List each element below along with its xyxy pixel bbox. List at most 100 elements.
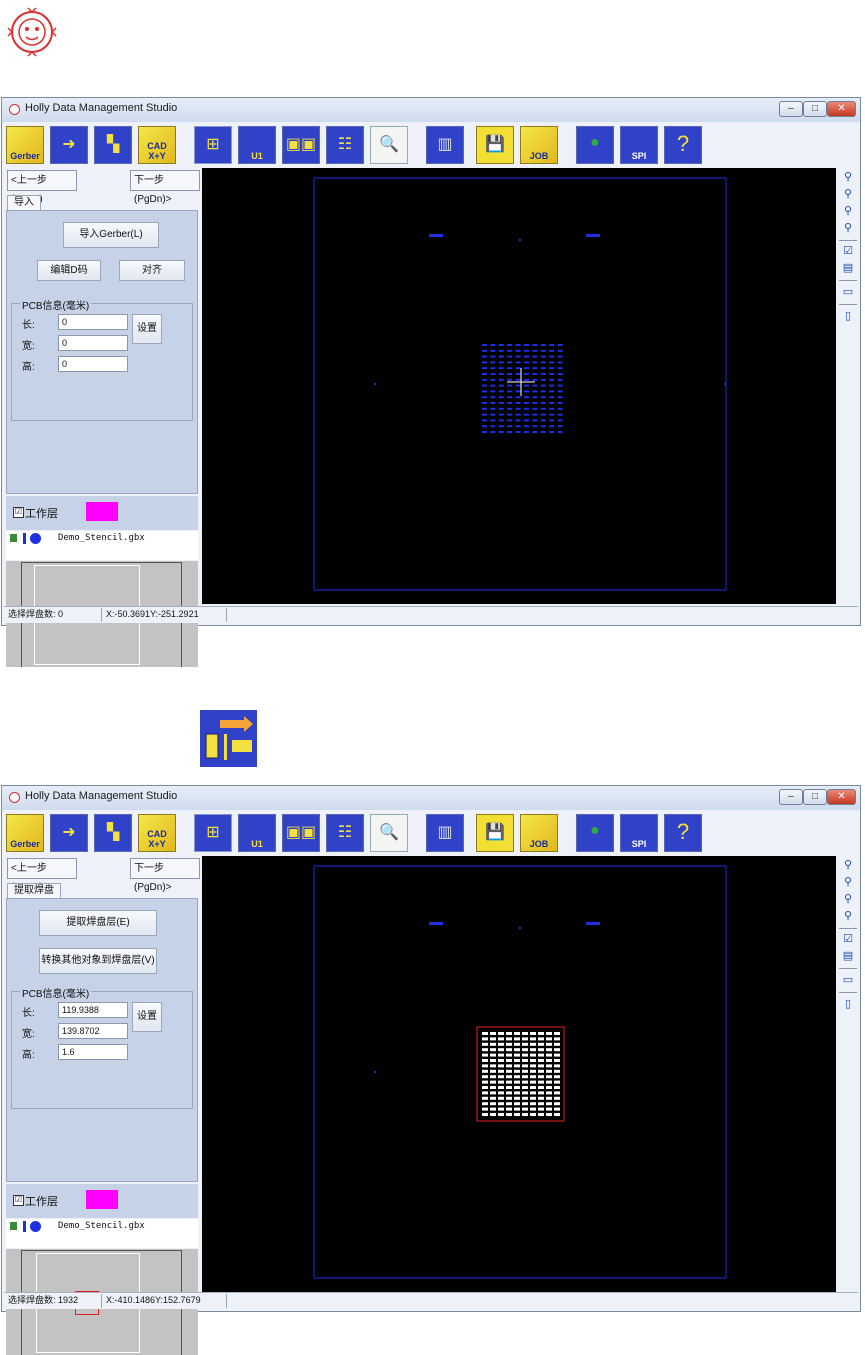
close-button[interactable]: ✕ (827, 101, 856, 117)
cad-import-icon[interactable]: CAD X+Y (138, 814, 176, 852)
zoom-fit-icon[interactable]: ⚲ (840, 204, 856, 219)
zoom-window-icon[interactable]: ⚲ (840, 221, 856, 236)
pad (522, 1086, 528, 1089)
status-bar: 选择焊盘数: 0 X:-50.3691Y:-251.2921 (4, 606, 858, 623)
layer-color-swatch[interactable] (86, 1190, 118, 1209)
zoom-in-icon[interactable]: ⚲ (840, 170, 856, 185)
minimize-button[interactable]: – (779, 101, 803, 117)
maximize-button[interactable]: □ (803, 789, 827, 805)
tab-extract-pads[interactable]: 提取焊盘 (7, 883, 61, 899)
pad (498, 1113, 504, 1116)
cad-import-icon[interactable]: CAD X+Y (138, 126, 176, 164)
inspect-search-icon[interactable]: 🔍 (370, 126, 408, 164)
globe-update-icon[interactable]: ● (576, 126, 614, 164)
layer-color-swatch[interactable] (86, 502, 118, 521)
gerber-import-icon[interactable]: Gerber (6, 126, 44, 164)
pad (538, 1086, 544, 1089)
component-icon[interactable]: U1 (238, 126, 276, 164)
tab-import[interactable]: 导入 (7, 195, 41, 211)
pad-pair-icon[interactable]: ▣▣ (282, 814, 320, 852)
pcb-canvas[interactable] (202, 168, 836, 604)
pad (557, 431, 563, 433)
zoom-window-icon[interactable]: ⚲ (840, 909, 856, 924)
help-icon[interactable]: ? (664, 814, 702, 852)
help-icon[interactable]: ? (664, 126, 702, 164)
layer-list-icon[interactable]: ▤ (840, 949, 856, 964)
view-top-icon[interactable]: ▭ (840, 285, 856, 300)
machine-icon[interactable]: ▥ (426, 126, 464, 164)
prev-step-button[interactable]: <上一步(PgUp) (7, 170, 77, 205)
pad (515, 367, 521, 370)
pad (522, 1102, 528, 1106)
width-input[interactable]: 139.8702 (58, 1023, 128, 1039)
extract-pad-layer-button[interactable]: 提取焊盘层(E) (39, 910, 157, 936)
save-disk-icon[interactable]: 💾 (476, 126, 514, 164)
pad-grid-icon[interactable]: ☷ (326, 814, 364, 852)
extract-pads-icon[interactable]: ➜ (50, 814, 88, 852)
length-input[interactable]: 0 (58, 314, 128, 330)
layer-list-icon[interactable]: ▤ (840, 261, 856, 276)
title-bar: Holly Data Management Studio – □ ✕ (2, 98, 860, 122)
app-icon (9, 792, 20, 803)
layer-file-row[interactable]: Demo_Stencil.gbx (6, 531, 198, 560)
next-step-button[interactable]: 下一步(PgDn)> (130, 858, 200, 893)
pcb-info-title: PCB信息(毫米) (20, 297, 92, 312)
layer-check-icon[interactable]: ☑ (840, 244, 856, 259)
zoom-out-icon[interactable]: ⚲ (840, 875, 856, 890)
measure-icon[interactable]: ▯ (840, 309, 856, 324)
zoom-fit-icon[interactable]: ⚲ (840, 892, 856, 907)
pad (482, 384, 487, 387)
job-icon[interactable]: JOB (520, 126, 558, 164)
pad (549, 419, 555, 422)
machine-icon[interactable]: ▥ (426, 814, 464, 852)
visibility-icon[interactable] (10, 534, 17, 542)
visibility-icon[interactable] (10, 1222, 17, 1230)
working-layer-checkbox[interactable]: ☑ (13, 507, 24, 518)
spi-icon[interactable]: SPI (620, 126, 658, 164)
set-button[interactable]: 设置 (132, 1002, 162, 1032)
align-button[interactable]: 对齐 (119, 260, 185, 281)
pad (507, 431, 513, 433)
convert-objects-button[interactable]: 转换其他对象到焊盘层(V) (39, 948, 157, 974)
zoom-out-icon[interactable]: ⚲ (840, 187, 856, 202)
pad-grid-icon[interactable]: ☷ (326, 126, 364, 164)
extract-pads-icon[interactable]: ➜ (50, 126, 88, 164)
view-top-icon[interactable]: ▭ (840, 973, 856, 988)
layer-file-row[interactable]: Demo_Stencil.gbx (6, 1219, 198, 1248)
gerber-import-icon[interactable]: Gerber (6, 814, 44, 852)
pad-layout-icon[interactable]: ⊞ (194, 814, 232, 852)
globe-update-icon[interactable]: ● (576, 814, 614, 852)
save-disk-icon[interactable]: 💾 (476, 814, 514, 852)
measure-icon[interactable]: ▯ (840, 997, 856, 1012)
pad (538, 1064, 544, 1068)
pad (554, 1091, 560, 1095)
pad (507, 407, 513, 410)
inspect-search-icon[interactable]: 🔍 (370, 814, 408, 852)
pad-pair-icon[interactable]: ▣▣ (282, 126, 320, 164)
prev-step-button[interactable]: <上一步(PgUp) (7, 858, 77, 893)
maximize-button[interactable]: □ (803, 101, 827, 117)
pad (515, 419, 521, 422)
pad (549, 431, 555, 433)
minimize-button[interactable]: – (779, 789, 803, 805)
set-button[interactable]: 设置 (132, 314, 162, 344)
next-step-button[interactable]: 下一步(PgDn)> (130, 170, 200, 205)
zoom-in-icon[interactable]: ⚲ (840, 858, 856, 873)
pcb-canvas[interactable] (202, 856, 836, 1292)
pad (538, 1107, 544, 1111)
spi-icon[interactable]: SPI (620, 814, 658, 852)
height-input[interactable]: 0 (58, 356, 128, 372)
convert-objects-icon[interactable]: ▚ (94, 814, 132, 852)
working-layer-checkbox[interactable]: ☑ (13, 1195, 24, 1206)
job-icon[interactable]: JOB (520, 814, 558, 852)
close-button[interactable]: ✕ (827, 789, 856, 805)
edit-dcode-button[interactable]: 编辑D码 (37, 260, 101, 281)
length-input[interactable]: 119.9388 (58, 1002, 128, 1018)
component-icon[interactable]: U1 (238, 814, 276, 852)
pad-layout-icon[interactable]: ⊞ (194, 126, 232, 164)
height-input[interactable]: 1.6 (58, 1044, 128, 1060)
layer-check-icon[interactable]: ☑ (840, 932, 856, 947)
import-gerber-button[interactable]: 导入Gerber(L) (63, 222, 159, 248)
width-input[interactable]: 0 (58, 335, 128, 351)
convert-objects-icon[interactable]: ▚ (94, 126, 132, 164)
